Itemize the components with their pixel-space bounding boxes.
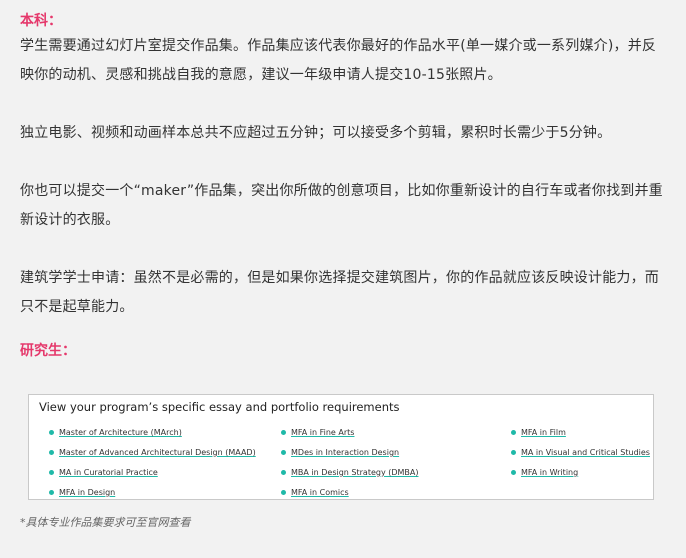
article-content: 本科： 学生需要通过幻灯片室提交作品集。作品集应该代表你最好的作品水平(单一媒介…	[20, 10, 670, 362]
bullet-dot-icon	[511, 450, 516, 455]
bullet-dot-icon	[49, 490, 54, 495]
undergrad-paragraph-portfolio: 学生需要通过幻灯片室提交作品集。作品集应该代表你最好的作品水平(单一媒介或一系列…	[20, 38, 657, 83]
program-links-grid: Master of Architecture (MArch) Master of…	[49, 423, 650, 497]
program-link[interactable]: MA in Curatorial Practice	[49, 463, 256, 483]
bullet-dot-icon	[511, 430, 516, 435]
program-link[interactable]: MDes in Interaction Design	[281, 443, 419, 463]
program-link[interactable]: MFA in Comics	[281, 483, 419, 503]
program-column-1: Master of Architecture (MArch) Master of…	[49, 423, 256, 503]
undergrad-heading: 本科：	[20, 13, 62, 29]
bullet-dot-icon	[281, 450, 286, 455]
grad-heading: 研究生：	[20, 343, 76, 359]
program-column-3: MFA in Film MA in Visual and Critical St…	[511, 423, 650, 483]
bullet-dot-icon	[281, 430, 286, 435]
undergrad-paragraph-film: 独立电影、视频和动画样本总共不应超过五分钟；可以接受多个剪辑，累积时长需少于5分…	[20, 125, 612, 141]
program-column-2: MFA in Fine Arts MDes in Interaction Des…	[281, 423, 419, 503]
program-link[interactable]: MA in Visual and Critical Studies	[511, 443, 650, 463]
bullet-dot-icon	[49, 450, 54, 455]
program-link[interactable]: MFA in Film	[511, 423, 650, 443]
bullet-dot-icon	[281, 470, 286, 475]
bullet-dot-icon	[49, 470, 54, 475]
bullet-dot-icon	[511, 470, 516, 475]
undergrad-paragraph-architecture: 建筑学学士申请：虽然不是必需的，但是如果你选择提交建筑图片，你的作品就应该反映设…	[20, 270, 659, 315]
bullet-dot-icon	[49, 430, 54, 435]
program-link[interactable]: MBA in Design Strategy (DMBA)	[281, 463, 419, 483]
undergrad-paragraph-maker: 你也可以提交一个“maker”作品集，突出你所做的创意项目，比如你重新设计的自行…	[20, 183, 663, 228]
bullet-dot-icon	[281, 490, 286, 495]
program-link[interactable]: MFA in Design	[49, 483, 256, 503]
program-link[interactable]: MFA in Writing	[511, 463, 650, 483]
footnote: *具体专业作品集要求可至官网查看	[20, 516, 191, 529]
requirements-box: View your program’s specific essay and p…	[28, 394, 654, 500]
program-link[interactable]: Master of Advanced Architectural Design …	[49, 443, 256, 463]
requirements-box-title: View your program’s specific essay and p…	[39, 400, 400, 414]
program-link[interactable]: MFA in Fine Arts	[281, 423, 419, 443]
program-link[interactable]: Master of Architecture (MArch)	[49, 423, 256, 443]
